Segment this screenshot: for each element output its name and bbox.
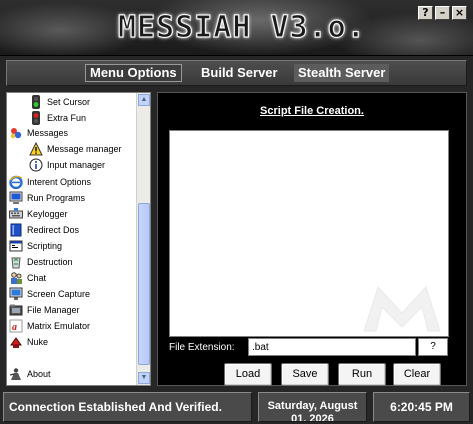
tab-stealth-server[interactable]: Stealth Server (294, 64, 390, 82)
sidebar-item-label: Chat (27, 273, 47, 283)
sidebar-item-label: File Manager (27, 305, 80, 315)
clear-button[interactable]: Clear (393, 363, 441, 386)
folder-icon (9, 303, 23, 317)
sidebar-item-label: Screen Capture (27, 289, 91, 299)
tab-build-server[interactable]: Build Server (197, 64, 282, 82)
sidebar-item-label: Matrix Emulator (27, 321, 91, 331)
app-title: MESSIAH V3.o. (117, 9, 366, 45)
messages-icon (9, 126, 23, 140)
sidebar-item-label: Nuke (27, 337, 49, 347)
sidebar-item-screen-capture[interactable]: Screen Capture (9, 286, 90, 302)
run-button[interactable]: Run (338, 363, 386, 386)
scroll-down-arrow-icon[interactable]: ▼ (138, 372, 150, 384)
status-time: 6:20:45 PM (373, 392, 470, 422)
script-text-area[interactable] (169, 130, 449, 337)
close-button[interactable]: × (452, 6, 467, 20)
sidebar-item-messages[interactable]: Messages (9, 125, 68, 141)
monitor-icon (9, 287, 23, 301)
sidebar-item-label: Message manager (47, 144, 122, 154)
warning-icon (29, 141, 43, 156)
sidebar-item-about[interactable]: About (9, 366, 51, 382)
keyboard-icon (9, 207, 23, 221)
status-bar: Connection Established And Verified. Sat… (0, 389, 473, 424)
tab-bar: Menu Options Build Server Stealth Server (6, 60, 467, 86)
about-icon (9, 367, 23, 381)
sidebar-item-label: Set Cursor (47, 97, 91, 107)
extension-help-button[interactable]: ? (418, 338, 448, 356)
window-controls: ? – × (418, 6, 467, 20)
internet-explorer-icon (9, 175, 23, 190)
sidebar-item-label: Scripting (27, 241, 63, 251)
sidebar-item-input-manager[interactable]: Input manager (29, 157, 105, 173)
sidebar-tree: Set Cursor Extra Fun Messages Message ma… (6, 92, 151, 386)
nuke-icon (9, 335, 23, 349)
sidebar-item-label: About (27, 369, 51, 379)
sidebar-item-keylogger[interactable]: Keylogger (9, 206, 68, 222)
minimize-button[interactable]: – (435, 6, 450, 20)
computer-icon (9, 191, 23, 205)
sidebar-item-extra-fun[interactable]: Extra Fun (29, 110, 86, 126)
sidebar-item-label: Messages (27, 128, 69, 138)
sidebar-scrollbar[interactable]: ▲ ▼ (136, 93, 150, 385)
tab-menu-options[interactable]: Menu Options (85, 64, 182, 82)
sidebar-item-set-cursor[interactable]: Set Cursor (29, 94, 90, 110)
sidebar-item-label: Keylogger (27, 209, 68, 219)
file-extension-label: File Extension: (169, 342, 235, 353)
sidebar-item-scripting[interactable]: Scripting (9, 238, 62, 254)
chat-icon (9, 271, 23, 285)
sidebar-item-label: Input manager (47, 160, 106, 170)
scrollbar-thumb[interactable] (138, 203, 150, 365)
svg-text:a: a (12, 322, 17, 333)
panel-title: Script File Creation. (260, 105, 364, 117)
status-date: Saturday, August 01, 2026 (258, 392, 367, 422)
sidebar-item-chat[interactable]: Chat (9, 270, 46, 286)
file-extension-input[interactable] (248, 338, 416, 356)
sidebar-item-file-manager[interactable]: File Manager (9, 302, 80, 318)
sidebar-item-label: Redirect Dos (27, 225, 80, 235)
connection-status: Connection Established And Verified. (3, 392, 252, 422)
traffic-light-red-icon (29, 111, 43, 125)
recycle-bin-icon (9, 255, 23, 269)
sidebar-item-label: Destruction (27, 257, 73, 267)
book-icon (9, 223, 23, 237)
script-window-icon (9, 239, 23, 253)
sidebar-item-message-manager[interactable]: Message manager (29, 141, 122, 157)
sidebar-item-label: Run Programs (27, 193, 86, 203)
save-button[interactable]: Save (281, 363, 329, 386)
app-banner: MESSIAH V3.o. ? – × (0, 0, 473, 56)
sidebar-item-matrix-emulator[interactable]: a Matrix Emulator (9, 318, 90, 334)
sidebar-item-interent-options[interactable]: Interent Options (9, 174, 91, 190)
script-panel: Script File Creation. File Extension: ? … (157, 92, 467, 386)
sidebar-item-destruction[interactable]: Destruction (9, 254, 73, 270)
sidebar-item-label: Extra Fun (47, 113, 87, 123)
scroll-up-arrow-icon[interactable]: ▲ (138, 94, 150, 106)
sidebar-item-label: Interent Options (27, 177, 92, 187)
info-icon (29, 158, 43, 172)
help-button[interactable]: ? (418, 6, 433, 20)
sidebar-item-run-programs[interactable]: Run Programs (9, 190, 85, 206)
sidebar-item-redirect-dos[interactable]: Redirect Dos (9, 222, 79, 238)
traffic-light-green-icon (29, 95, 43, 109)
sidebar-item-nuke[interactable]: Nuke (9, 334, 48, 350)
load-button[interactable]: Load (224, 363, 272, 386)
matrix-icon: a (9, 319, 23, 333)
